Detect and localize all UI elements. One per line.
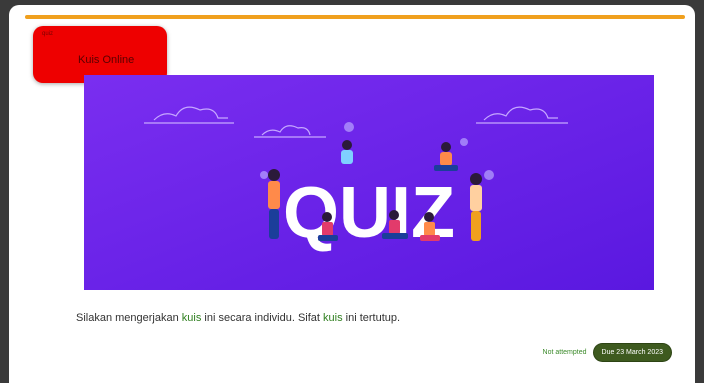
- quiz-banner-image: QUIZ: [84, 75, 654, 290]
- activity-card: quiz Kuis Online QUIZ Silakan mengerjaka…: [9, 5, 695, 383]
- activity-type-label: quiz: [42, 31, 54, 37]
- due-date-badge: Due 23 March 2023: [593, 344, 671, 361]
- keyword-text: kuis: [181, 312, 202, 324]
- keyword-text: kuis: [323, 312, 343, 324]
- activity-description: Silakan mengerjakan kuis ini secara indi…: [76, 312, 401, 324]
- attempt-status: Not attempted: [542, 349, 587, 356]
- activity-title: Kuis Online: [78, 54, 135, 66]
- accent-line: [25, 15, 685, 19]
- activity-meta: Not attempted Due 23 March 2023: [543, 344, 671, 361]
